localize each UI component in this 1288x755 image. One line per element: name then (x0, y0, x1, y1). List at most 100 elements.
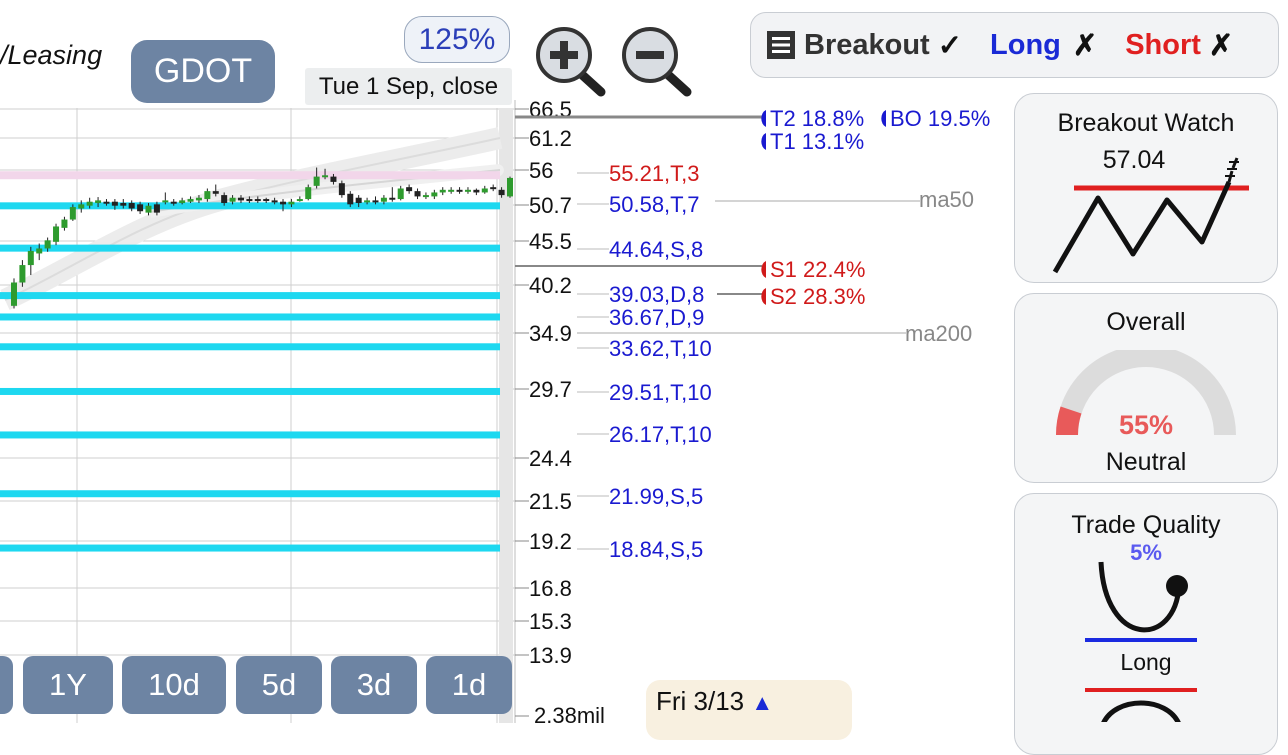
candle-body (19, 265, 26, 283)
target-label: S2 28.3% (770, 284, 865, 309)
candle-body (355, 197, 362, 204)
candle (439, 187, 446, 196)
candle-body (473, 189, 480, 193)
price-tick-label: 29.7 (529, 377, 572, 402)
candle-body (347, 193, 354, 205)
overall-panel[interactable]: Overall 55% Neutral (1014, 293, 1278, 483)
level-label: 21.99,S,5 (609, 484, 703, 509)
candle-body (397, 188, 404, 200)
candle (456, 187, 463, 194)
candle (422, 192, 429, 200)
candle-body (305, 187, 312, 200)
candle (473, 188, 480, 196)
candle (490, 184, 497, 192)
range-button-partial[interactable] (0, 656, 13, 714)
candle-body (422, 195, 429, 198)
price-tick-label: 24.4 (529, 446, 572, 471)
candle-body (507, 177, 513, 197)
price-tick-label: 40.2 (529, 273, 572, 298)
long-cross-icon: ✗ (1072, 29, 1098, 62)
price-tick-label: 16.8 (529, 576, 572, 601)
range-button-10d[interactable]: 10d (122, 656, 226, 714)
target-marker-icon (761, 288, 766, 305)
candle-body (187, 199, 194, 202)
candle-body (313, 176, 320, 186)
candle-body (439, 189, 446, 193)
support-level-line (0, 244, 500, 252)
candle-body (78, 204, 85, 209)
news-marker[interactable]: Fri 3/13 ▲ (646, 680, 852, 740)
candle-body (406, 187, 413, 192)
candle-body (111, 201, 118, 206)
candle-body (464, 189, 471, 192)
range-button-1d[interactable]: 1d (426, 656, 512, 714)
candle-body (212, 191, 219, 194)
candle-body (237, 197, 244, 201)
short-cross-icon: ✗ (1208, 29, 1234, 62)
price-tick-label: 34.9 (529, 321, 572, 346)
candle (464, 187, 471, 194)
candle (481, 185, 488, 194)
price-tick-label: 56 (529, 158, 553, 183)
candle-body (338, 183, 345, 196)
candle (128, 200, 135, 212)
level-label: 55.21,T,3 (609, 161, 700, 186)
candle-body (128, 203, 135, 209)
strategy-short[interactable]: Short (1125, 29, 1201, 62)
overall-percent: 55% (1118, 410, 1174, 440)
overall-title: Overall (1106, 308, 1186, 336)
candle-body (95, 200, 102, 204)
candle-body (103, 201, 110, 204)
candle-body (330, 176, 337, 182)
ma50-label: ma50 (919, 187, 974, 212)
price-tick-label: 21.5 (529, 489, 572, 514)
candle-body (120, 203, 127, 206)
candle-body (153, 204, 160, 213)
level-label: 26.17,T,10 (609, 422, 712, 447)
breakout-watch-title: Breakout Watch (1057, 109, 1235, 137)
candle (507, 176, 513, 198)
breakout-watch-panel[interactable]: Breakout Watch 57.04 (1014, 93, 1278, 283)
candle (11, 278, 17, 309)
candle-body (69, 207, 76, 220)
short-quality-icon (1085, 688, 1197, 722)
candle-body (481, 188, 488, 193)
candle-body (456, 189, 463, 192)
range-button-3d[interactable]: 3d (331, 656, 417, 714)
level-label: 50.58,T,7 (609, 192, 700, 217)
candle (406, 184, 413, 194)
trade-quality-title: Trade Quality (1071, 511, 1221, 539)
target-label: S1 22.4% (770, 257, 865, 282)
range-button-5d[interactable]: 5d (236, 656, 322, 714)
volume-label: 2.38mil (534, 703, 605, 723)
candle-body (322, 175, 329, 178)
range-button-1y[interactable]: 1Y (23, 656, 113, 714)
level-label: 44.64,S,8 (609, 237, 703, 262)
ma200-label: ma200 (905, 321, 972, 346)
candle-body (431, 192, 438, 197)
candle (414, 188, 421, 200)
candle-body (380, 197, 387, 202)
candle-body (364, 200, 371, 203)
level-label: 18.84,S,5 (609, 537, 703, 562)
support-level-line (0, 387, 500, 395)
support-level-line (0, 431, 500, 439)
price-chart[interactable]: 66.561.25650.745.540.234.929.724.421.519… (0, 0, 1010, 723)
candle-body (137, 204, 144, 212)
candle-body (389, 197, 396, 200)
candle (53, 223, 60, 246)
right-edge-strip (499, 108, 513, 723)
target-marker-icon (881, 110, 886, 127)
candle (61, 216, 68, 231)
candle-body (246, 199, 253, 202)
candle-body (229, 197, 236, 202)
trade-quality-panel[interactable]: Trade Quality 5% Long (1014, 493, 1278, 755)
candle-body (145, 205, 152, 213)
candle (389, 187, 396, 202)
candle (448, 187, 455, 194)
level-label: 36.67,D,9 (609, 305, 704, 330)
candle (431, 189, 438, 200)
candle-body (498, 189, 505, 196)
candle-body (27, 250, 34, 266)
candle-body (448, 189, 455, 192)
